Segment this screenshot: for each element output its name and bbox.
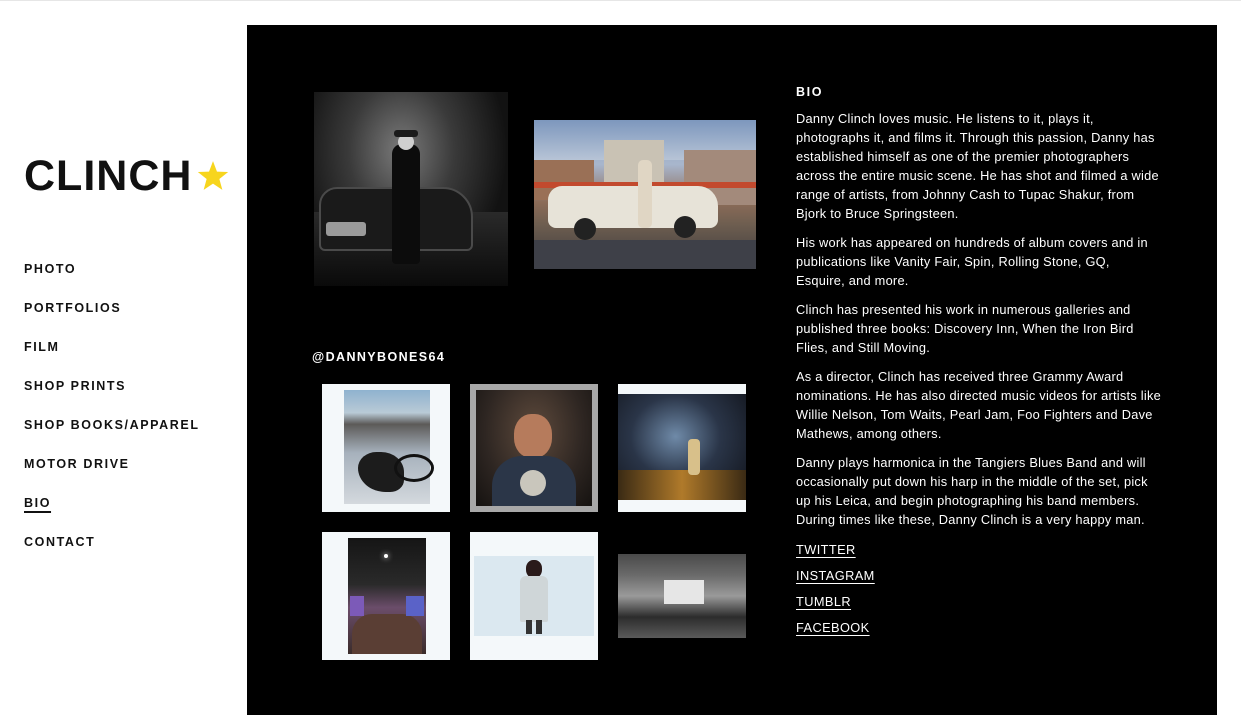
nav-item-bio[interactable]: BIO [24,492,51,514]
bio-paragraph: His work has appeared on hundreds of alb… [796,235,1148,288]
instagram-post[interactable] [618,532,746,660]
nav-item-motor-drive[interactable]: MOTOR DRIVE [24,453,130,475]
bio-heading: BIO [796,85,824,99]
facebook-link[interactable]: FACEBOOK [796,620,870,635]
instagram-post[interactable] [322,384,450,512]
sidebar: CLINCH PHOTO PORTFOLIOS FILM SHOP PRINTS… [0,0,247,715]
bio-paragraph: Danny plays harmonica in the Tangiers Bl… [796,455,1148,527]
bio-paragraph: Danny Clinch loves music. He listens to … [796,111,1159,221]
nav-item-film[interactable]: FILM [24,336,60,358]
social-links: TWITTER INSTAGRAM TUMBLR FACEBOOK [796,541,1161,645]
main-nav: PHOTO PORTFOLIOS FILM SHOP PRINTS SHOP B… [24,258,200,570]
nav-item-photo[interactable]: PHOTO [24,258,76,280]
star-icon [198,161,229,190]
main-panel: @DANNYBONES64 BIO Danny Clinch loves mus… [247,25,1217,715]
featured-photo-color-car [534,120,756,269]
instagram-handle[interactable]: @DANNYBONES64 [312,350,445,364]
nav-item-portfolios[interactable]: PORTFOLIOS [24,297,121,319]
bio-paragraph: Clinch has presented his work in numerou… [796,302,1134,355]
nav-item-shop-books-apparel[interactable]: SHOP BOOKS/APPAREL [24,414,200,436]
instagram-post[interactable] [470,384,598,512]
nav-item-shop-prints[interactable]: SHOP PRINTS [24,375,126,397]
instagram-post[interactable] [618,384,746,512]
tumblr-link[interactable]: TUMBLR [796,594,851,609]
site-logo[interactable]: CLINCH [24,150,230,202]
twitter-link[interactable]: TWITTER [796,542,856,557]
instagram-link[interactable]: INSTAGRAM [796,568,875,583]
instagram-post[interactable] [322,532,450,660]
instagram-post[interactable] [470,532,598,660]
bio-paragraph: As a director, Clinch has received three… [796,369,1161,441]
featured-photo-bw-portrait [314,92,508,286]
bio-section: BIO Danny Clinch loves music. He listens… [796,85,1161,645]
logo-text: CLINCH [24,152,193,200]
nav-item-contact[interactable]: CONTACT [24,531,95,553]
